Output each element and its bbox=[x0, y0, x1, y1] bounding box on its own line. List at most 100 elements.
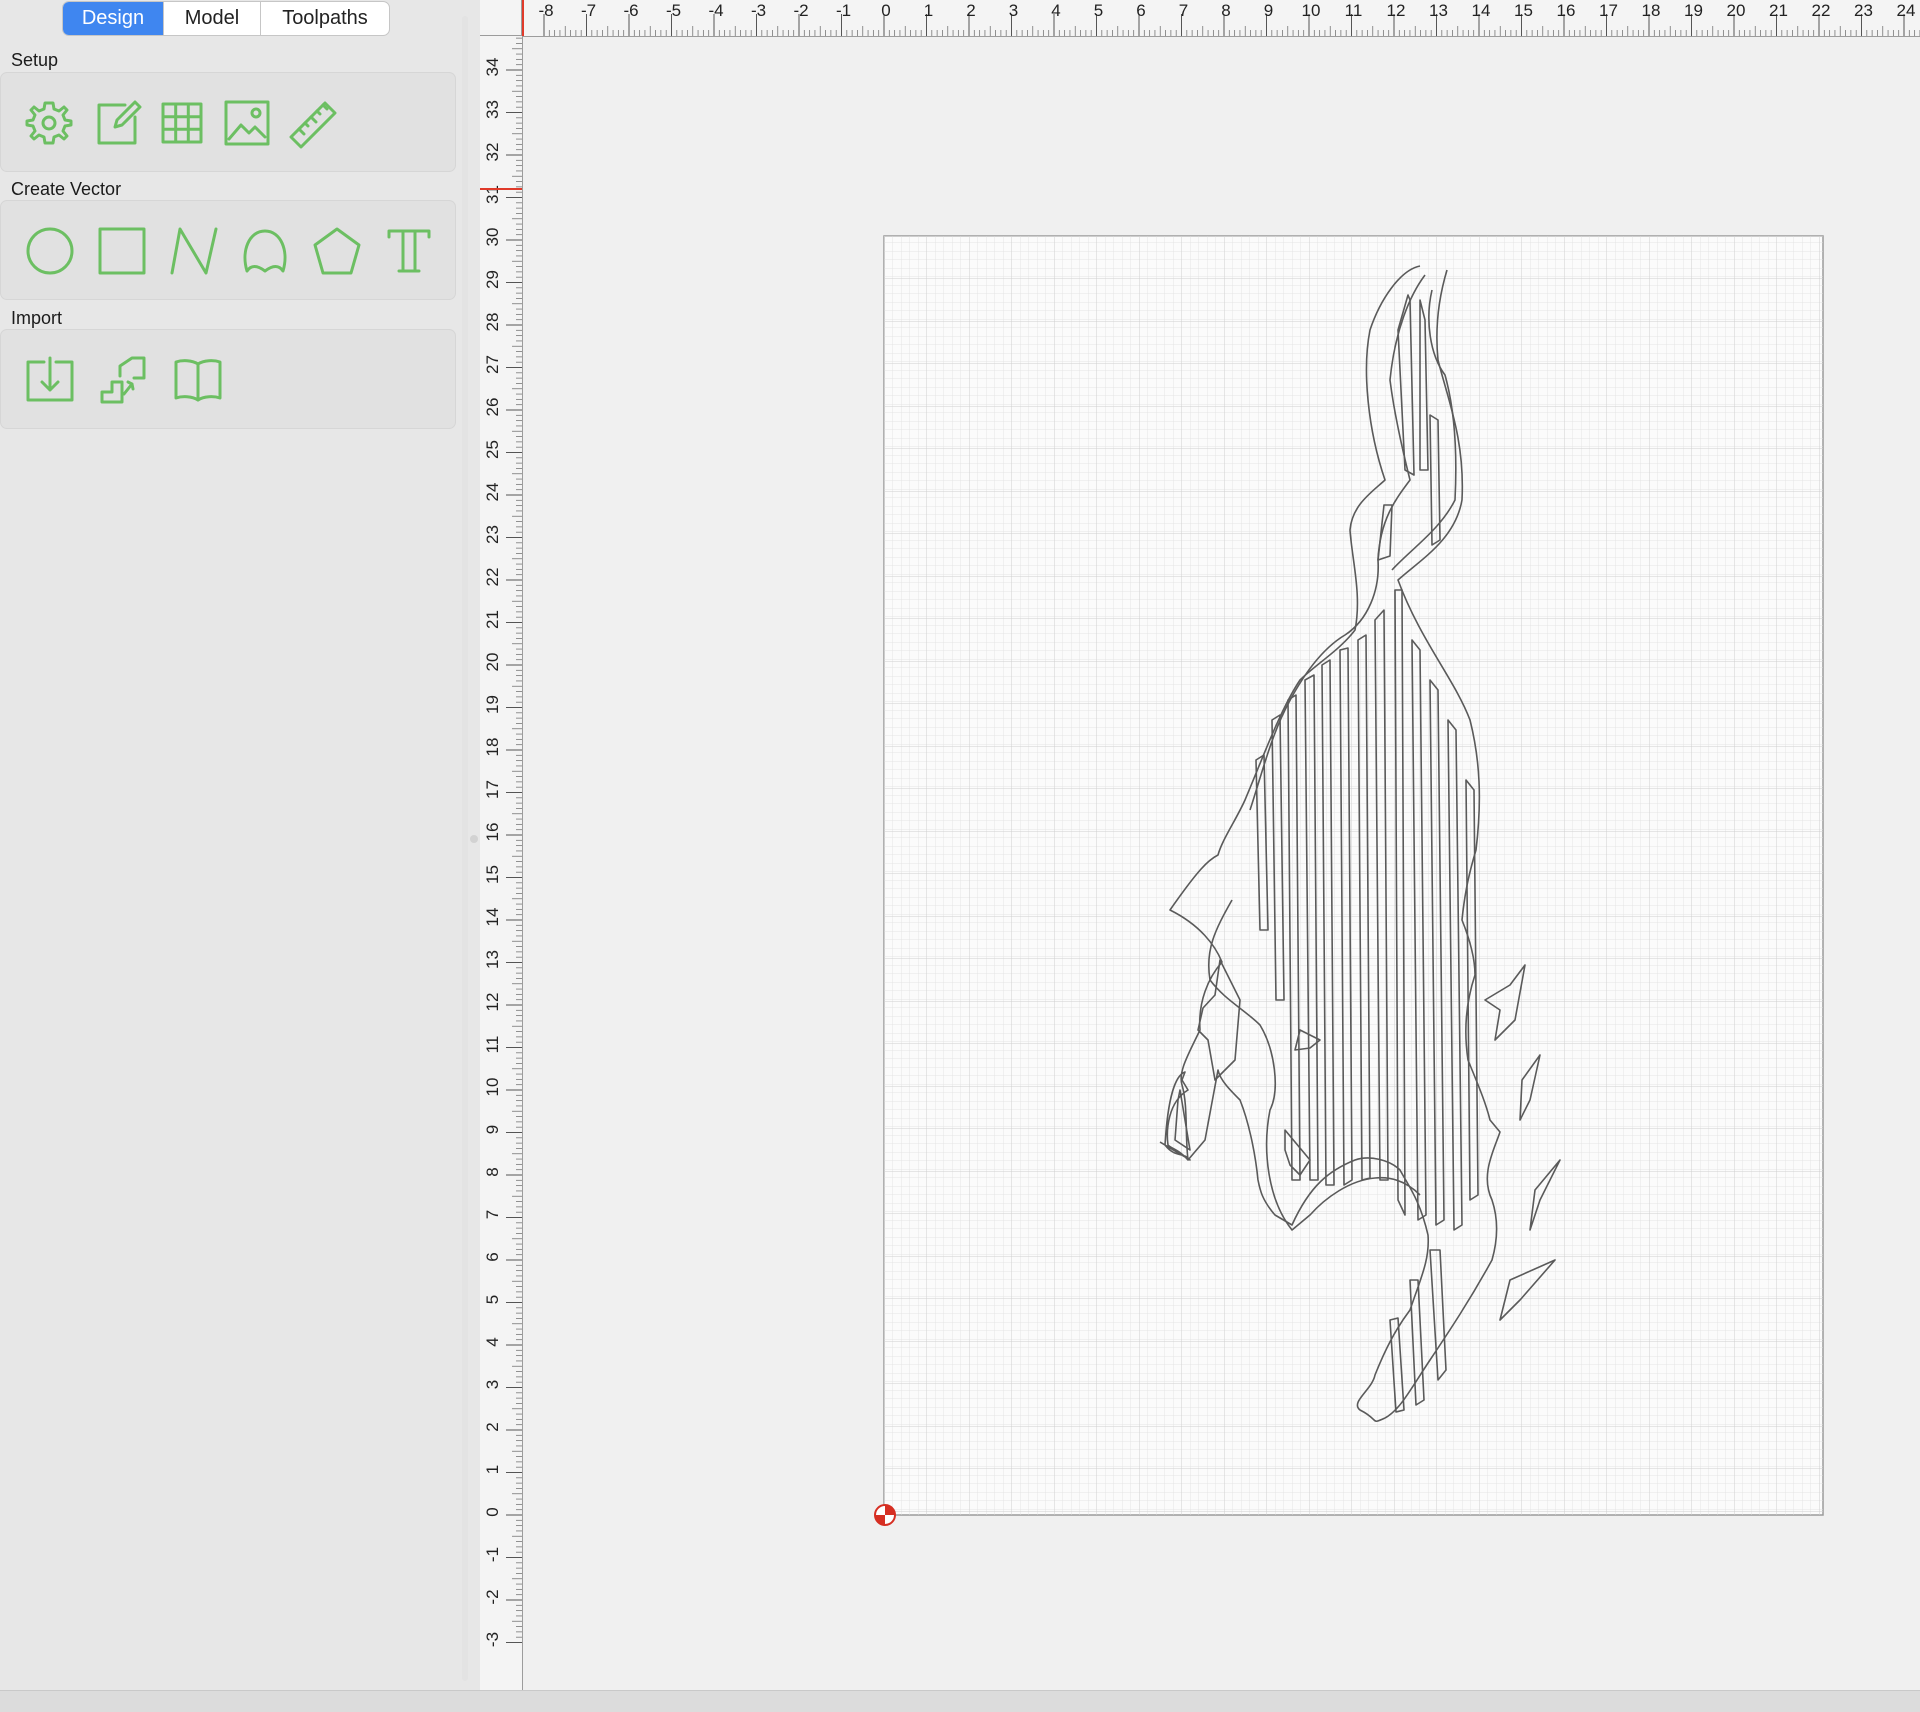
ruler-label: 2 bbox=[966, 1, 975, 20]
ruler-label: 10 bbox=[483, 1078, 502, 1097]
design-panel: Design Model Toolpaths Setup Create Vect… bbox=[0, 0, 470, 1690]
ruler-label: 2 bbox=[483, 1422, 502, 1431]
ruler-label: -2 bbox=[793, 1, 808, 20]
ruler-label: 27 bbox=[483, 355, 502, 374]
ruler-label: 26 bbox=[483, 398, 502, 417]
ruler-label: 25 bbox=[483, 440, 502, 459]
tab-model[interactable]: Model bbox=[164, 2, 261, 35]
ruler-label: 8 bbox=[483, 1167, 502, 1176]
ruler-label: 33 bbox=[483, 100, 502, 119]
ruler-label: 16 bbox=[1557, 1, 1576, 20]
tab-toolpaths[interactable]: Toolpaths bbox=[261, 2, 389, 35]
ruler-label: 32 bbox=[483, 143, 502, 162]
ruler-label: 30 bbox=[483, 228, 502, 247]
horizontal-ruler[interactable]: -8 -7 -6 -5 -4 -3 -2 -1 0 1 2 3 4 5 6 7 8 9 10 11 12 13 14 15 16… bbox=[522, 0, 1920, 37]
ruler-label: 9 bbox=[483, 1125, 502, 1134]
ruler-label: 18 bbox=[1642, 1, 1661, 20]
ruler-label: 5 bbox=[483, 1295, 502, 1304]
circle-icon[interactable] bbox=[24, 225, 76, 277]
ruler-label: 3 bbox=[483, 1380, 502, 1389]
ruler-label: 16 bbox=[483, 823, 502, 842]
ruler-label: -3 bbox=[483, 1632, 502, 1647]
clipart-book-icon[interactable] bbox=[172, 354, 224, 406]
ruler-label: 19 bbox=[483, 695, 502, 714]
ruler-label: 11 bbox=[483, 1036, 502, 1054]
ruler-label: 34 bbox=[483, 58, 502, 77]
panel-scrollbar[interactable] bbox=[462, 16, 468, 1681]
image-icon[interactable] bbox=[221, 97, 273, 149]
import-group bbox=[0, 329, 456, 429]
drawing-canvas[interactable] bbox=[480, 0, 1920, 1690]
polyline-icon[interactable] bbox=[168, 225, 220, 277]
ruler-label: -3 bbox=[751, 1, 766, 20]
ruler-label: 0 bbox=[881, 1, 890, 20]
ruler-label: 20 bbox=[483, 653, 502, 672]
ruler-label: -4 bbox=[708, 1, 723, 20]
ruler-label: 23 bbox=[1854, 1, 1873, 20]
ruler-label: 9 bbox=[1264, 1, 1273, 20]
vertical-ruler[interactable]: -3 -2 -1 0 1 2 3 4 5 6 7 8 9 10 11 12 13 14 15 16 17 18 19 20 21… bbox=[480, 36, 523, 1690]
ruler-measure-icon[interactable] bbox=[287, 97, 339, 149]
ruler-label: -1 bbox=[483, 1547, 502, 1562]
ruler-label: 13 bbox=[1429, 1, 1448, 20]
ruler-cursor-marker-vertical bbox=[480, 188, 522, 190]
ruler-label: 24 bbox=[483, 483, 502, 502]
origin-marker-icon[interactable] bbox=[873, 1503, 897, 1527]
ruler-label: 28 bbox=[483, 313, 502, 332]
ruler-label: 21 bbox=[1769, 1, 1788, 20]
ruler-label: 20 bbox=[1727, 1, 1746, 20]
ruler-label: 3 bbox=[1009, 1, 1018, 20]
ruler-label: 22 bbox=[483, 568, 502, 587]
ruler-label: 24 bbox=[1897, 1, 1916, 20]
ruler-label: 12 bbox=[1387, 1, 1406, 20]
edit-job-icon[interactable] bbox=[91, 97, 143, 149]
ruler-label: 4 bbox=[1051, 1, 1060, 20]
polygon-icon[interactable] bbox=[311, 225, 363, 277]
ruler-corner bbox=[480, 0, 522, 36]
ruler-label: 8 bbox=[1221, 1, 1230, 20]
ruler-label: -8 bbox=[538, 1, 553, 20]
ruler-label: 17 bbox=[483, 780, 502, 799]
ruler-label: -6 bbox=[623, 1, 638, 20]
ruler-label: 7 bbox=[1179, 1, 1188, 20]
tab-design[interactable]: Design bbox=[63, 2, 164, 35]
grid-table-icon[interactable] bbox=[156, 97, 208, 149]
ruler-label: 21 bbox=[483, 610, 502, 629]
ruler-label: 15 bbox=[483, 865, 502, 884]
job-setup-gear-icon[interactable] bbox=[23, 97, 75, 149]
ruler-label: -2 bbox=[483, 1589, 502, 1604]
ruler-label: 0 bbox=[483, 1507, 502, 1516]
ruler-label: 11 bbox=[1345, 1, 1363, 20]
create-vector-group bbox=[0, 200, 456, 300]
section-label-setup: Setup bbox=[11, 50, 59, 70]
ruler-label: -1 bbox=[836, 1, 851, 20]
ruler-label: -7 bbox=[581, 1, 596, 20]
text-icon[interactable] bbox=[383, 225, 435, 277]
ruler-label: 12 bbox=[483, 993, 502, 1012]
curve-shape-icon[interactable] bbox=[239, 225, 291, 277]
ruler-label: 1 bbox=[924, 1, 933, 20]
ruler-label: -5 bbox=[666, 1, 681, 20]
splitter-grip-handle[interactable] bbox=[470, 835, 478, 843]
ruler-label: 22 bbox=[1812, 1, 1831, 20]
setup-group bbox=[0, 72, 456, 172]
ruler-label: 23 bbox=[483, 525, 502, 544]
ruler-label: 17 bbox=[1599, 1, 1618, 20]
ruler-label: 7 bbox=[483, 1210, 502, 1219]
rectangle-icon[interactable] bbox=[96, 225, 148, 277]
ruler-label: 13 bbox=[483, 950, 502, 969]
ruler-label: 6 bbox=[483, 1252, 502, 1261]
ruler-label: 6 bbox=[1136, 1, 1145, 20]
ruler-label: 5 bbox=[1094, 1, 1103, 20]
ruler-label: 10 bbox=[1302, 1, 1321, 20]
ruler-label: 29 bbox=[483, 270, 502, 289]
ruler-label: 1 bbox=[483, 1465, 502, 1474]
section-label-import: Import bbox=[11, 308, 63, 328]
panel-splitter[interactable] bbox=[470, 0, 480, 1690]
ruler-label: 19 bbox=[1684, 1, 1703, 20]
import-3d-steps-icon[interactable] bbox=[98, 354, 150, 406]
ruler-label: 4 bbox=[483, 1337, 502, 1346]
mode-tabs: Design Model Toolpaths bbox=[62, 1, 390, 36]
import-file-icon[interactable] bbox=[24, 354, 76, 406]
ruler-label: 14 bbox=[483, 908, 502, 927]
